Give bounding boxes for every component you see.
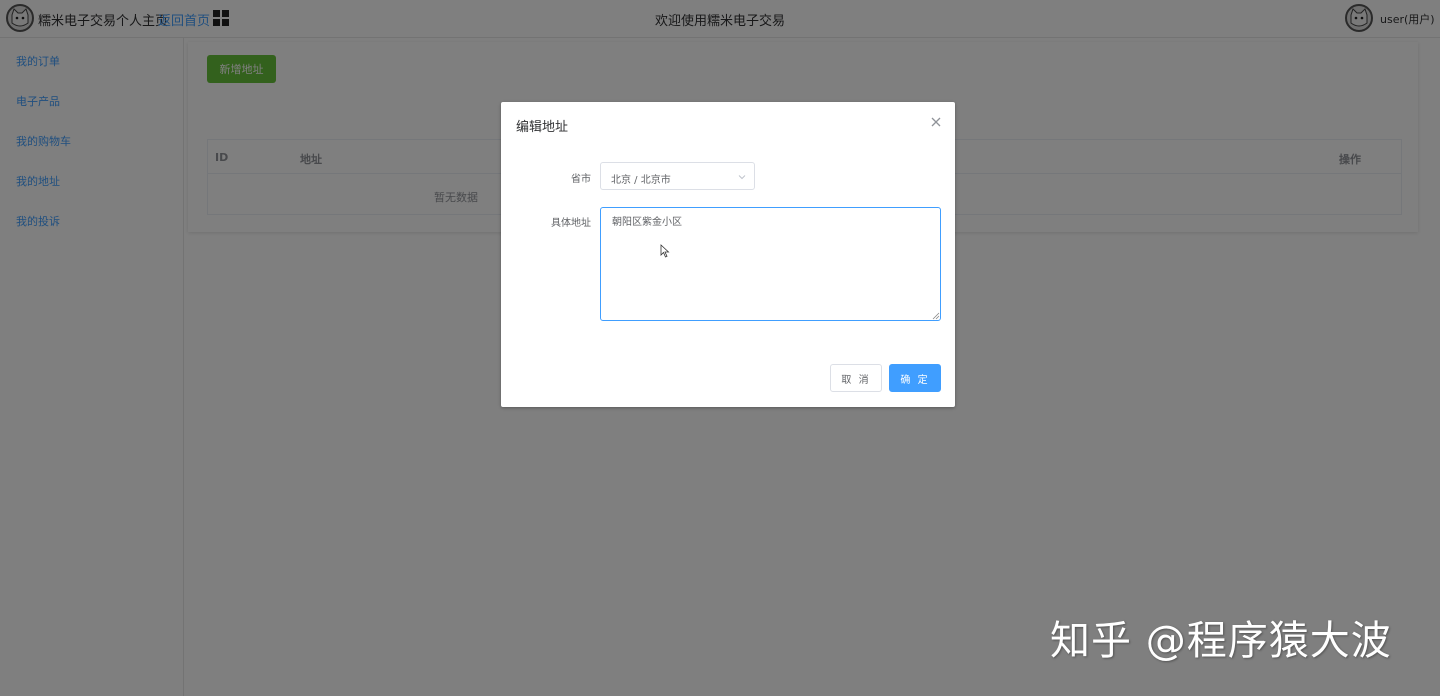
mouse-cursor-icon [660,244,670,258]
address-label: 具体地址 [551,218,591,229]
resize-handle-icon[interactable] [932,312,940,320]
confirm-button[interactable]: 确 定 [889,364,941,392]
zhihu-watermark: 知乎 @程序猿大波 [1050,618,1392,664]
dialog-title: 编辑地址 [516,120,569,135]
close-icon[interactable] [928,114,944,130]
province-label: 省市 [571,174,591,185]
cancel-button[interactable]: 取 消 [830,364,882,392]
province-city-select[interactable]: 北京 / 北京市 [600,162,755,190]
chevron-down-icon [737,172,747,182]
address-textarea[interactable]: 朝阳区紫金小区 [600,207,941,321]
edit-address-dialog: 编辑地址 省市 北京 / 北京市 具体地址 朝阳区紫金小区 取 消 确 定 [501,102,955,407]
province-city-value: 北京 / 北京市 [611,175,671,186]
